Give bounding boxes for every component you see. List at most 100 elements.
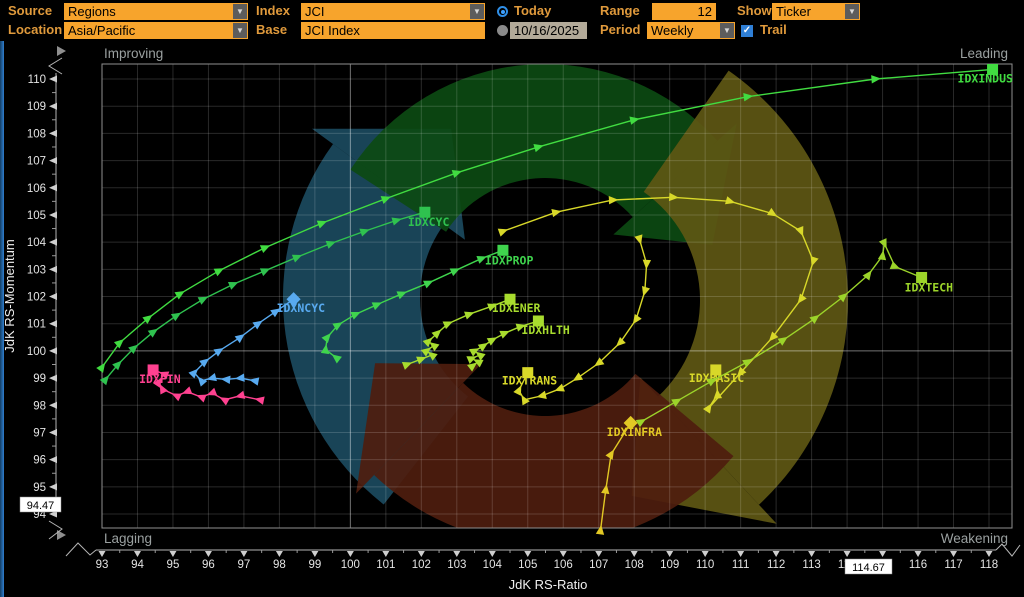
svg-text:117: 117: [944, 559, 962, 571]
svg-text:101: 101: [376, 559, 395, 571]
trail-arrowhead: [497, 228, 509, 237]
trail-label: Trail: [760, 22, 787, 37]
label-IDXNCYC: IDXNCYC: [277, 301, 326, 315]
scroll-right-icon[interactable]: [57, 46, 66, 56]
period-dropdown[interactable]: Weekly ▼: [647, 22, 735, 39]
chevron-down-icon[interactable]: ▼: [845, 4, 859, 19]
x-cursor-value: 114.67: [852, 562, 885, 574]
source-dropdown-value: Regions: [68, 4, 116, 19]
trail-arrowhead: [219, 397, 230, 406]
trail-arrowhead: [464, 311, 475, 320]
plot-background: [102, 64, 1012, 528]
trail-arrowhead: [174, 290, 185, 300]
svg-text:109: 109: [27, 101, 46, 113]
today-label: Today: [514, 3, 552, 18]
trail-arrowhead: [227, 281, 239, 290]
trail-arrowhead: [642, 286, 651, 297]
trail-arrowhead: [249, 377, 260, 386]
trail-arrowhead: [234, 373, 245, 382]
label-IDXFIN: IDXFIN: [139, 372, 181, 386]
chevron-down-icon[interactable]: ▼: [233, 4, 247, 19]
label-IDXPROP: IDXPROP: [485, 253, 534, 267]
today-radio[interactable]: [497, 6, 508, 17]
trail-arrowhead: [499, 330, 510, 339]
base-input[interactable]: JCI Index: [301, 22, 485, 39]
period-label: Period: [600, 22, 641, 37]
svg-text:100: 100: [27, 346, 46, 358]
svg-text:107: 107: [589, 559, 608, 571]
svg-text:105: 105: [27, 210, 46, 222]
svg-text:103: 103: [27, 264, 46, 276]
x-axis-break-right: [995, 543, 1021, 557]
trail-arrowhead: [259, 245, 271, 254]
y-axis-break-top: [48, 57, 63, 75]
svg-text:97: 97: [33, 427, 46, 439]
trail-arrowhead: [171, 393, 182, 402]
source-label: Source: [8, 3, 53, 18]
label-IDXCYC: IDXCYC: [408, 215, 450, 229]
trail-arrowhead: [632, 313, 642, 325]
svg-text:104: 104: [483, 559, 503, 571]
y-cursor-value: 94.47: [27, 500, 55, 512]
index-dropdown-value: JCI: [305, 4, 325, 19]
trail-arrowhead: [642, 259, 652, 270]
x-axis-title: JdK RS-Ratio: [509, 577, 588, 592]
quadrant-label-weakening: Weakening: [941, 531, 1008, 546]
rrg-app-window: Source Regions ▼ Index JCI ▼ Today Range…: [0, 0, 1024, 597]
y-axis-title: JdK RS-Momentum: [2, 239, 17, 352]
quadrant-label-leading: Leading: [960, 46, 1008, 61]
trail-arrowhead: [423, 280, 434, 289]
trail-arrowhead: [551, 208, 562, 218]
svg-text:112: 112: [767, 559, 785, 571]
svg-text:98: 98: [33, 400, 46, 412]
svg-text:105: 105: [518, 559, 537, 571]
base-label: Base: [256, 22, 288, 37]
chevron-down-icon[interactable]: ▼: [470, 4, 484, 19]
label-IDXTRANS: IDXTRANS: [502, 374, 557, 388]
toolbar: Source Regions ▼ Index JCI ▼ Today Range…: [0, 0, 1024, 41]
svg-text:95: 95: [33, 482, 46, 494]
svg-text:110: 110: [696, 559, 714, 571]
trail-checkbox[interactable]: ✓: [741, 25, 753, 37]
svg-text:103: 103: [447, 559, 466, 571]
x-axis-break-left: [65, 542, 97, 557]
date-input[interactable]: 10/16/2025: [510, 22, 587, 39]
trail-arrowhead: [889, 261, 901, 269]
chevron-down-icon[interactable]: ▼: [233, 23, 247, 38]
rrg-chart-svg[interactable]: Improving Leading Lagging Weakening 94 95 96 97…: [0, 41, 1024, 597]
label-IDXINDUS: IDXINDUS: [958, 71, 1013, 85]
source-dropdown[interactable]: Regions ▼: [64, 3, 248, 20]
svg-text:97: 97: [238, 559, 251, 571]
trail-arrowhead: [182, 386, 193, 395]
show-dropdown[interactable]: Ticker ▼: [772, 3, 860, 20]
trail-arrowhead: [536, 390, 547, 399]
date-radio[interactable]: [497, 25, 508, 36]
location-dropdown-value: Asia/Pacific: [68, 23, 136, 38]
svg-text:96: 96: [202, 559, 215, 571]
label-IDXTECH: IDXTECH: [905, 280, 954, 294]
range-input[interactable]: 12: [652, 3, 716, 20]
trail-arrowhead: [206, 387, 218, 396]
svg-text:108: 108: [27, 128, 46, 140]
trail-arrowhead: [486, 337, 498, 346]
location-dropdown[interactable]: Asia/Pacific ▼: [64, 22, 248, 39]
range-label: Range: [600, 3, 640, 18]
label-IDXHLTH: IDXHLTH: [521, 323, 570, 337]
svg-text:106: 106: [554, 559, 573, 571]
svg-text:107: 107: [27, 156, 46, 168]
svg-text:118: 118: [980, 559, 998, 571]
index-label: Index: [256, 3, 290, 18]
trail-arrowhead: [254, 396, 265, 405]
trail-arrowhead: [196, 394, 207, 403]
svg-text:102: 102: [412, 559, 431, 571]
svg-text:99: 99: [308, 559, 321, 571]
svg-text:113: 113: [802, 559, 820, 571]
trail-arrowhead: [234, 333, 245, 344]
chevron-down-icon[interactable]: ▼: [720, 23, 734, 38]
index-dropdown[interactable]: JCI ▼: [301, 3, 485, 20]
trail-arrowhead: [871, 75, 881, 84]
label-IDXINFRA: IDXINFRA: [607, 425, 662, 439]
svg-text:101: 101: [27, 319, 46, 331]
rrg-chart-area[interactable]: Improving Leading Lagging Weakening 94 95 96 97…: [0, 41, 1024, 597]
trail-arrowhead: [449, 268, 461, 277]
